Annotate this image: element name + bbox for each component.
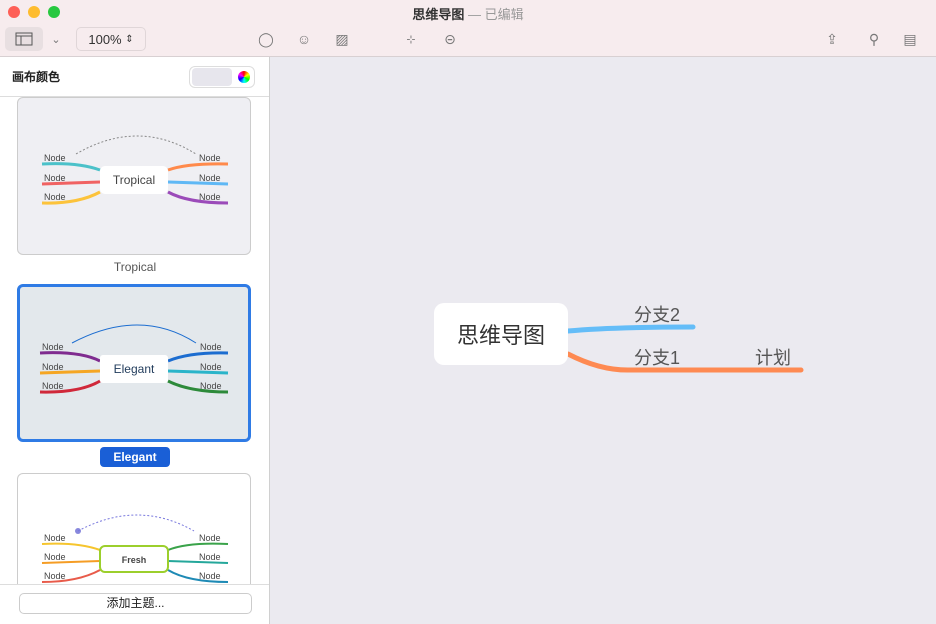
- svg-text:Node: Node: [44, 571, 66, 581]
- svg-text:Node: Node: [199, 192, 221, 202]
- zoom-select[interactable]: 100% ⇕: [76, 27, 146, 51]
- color-wheel-icon: [238, 71, 250, 83]
- sticker-icon[interactable]: ☺: [294, 27, 314, 51]
- window-title: 思维导图 — 已编辑: [412, 7, 524, 22]
- svg-text:Fresh: Fresh: [122, 555, 147, 565]
- svg-text:Tropical: Tropical: [113, 173, 155, 187]
- canvas-color-label: 画布颜色: [12, 70, 61, 84]
- more-icon[interactable]: ⊝: [439, 27, 461, 51]
- theme-tropical[interactable]: Tropical Node Node Node Node Node Node: [17, 97, 251, 255]
- image-icon[interactable]: ▨: [332, 27, 352, 51]
- root-topic[interactable]: 思维导图: [434, 303, 568, 365]
- svg-text:Node: Node: [200, 342, 222, 352]
- theme-label-tropical: Tropical: [113, 260, 157, 274]
- branch-topic-1[interactable]: 分支1: [634, 344, 680, 370]
- svg-text:Node: Node: [42, 342, 64, 352]
- svg-text:Node: Node: [199, 173, 221, 183]
- sidebar-toggle-button[interactable]: [5, 27, 43, 51]
- sidebar-icon: [15, 32, 33, 46]
- svg-text:Node: Node: [200, 381, 222, 391]
- canvas-color-well[interactable]: [189, 66, 255, 88]
- svg-text:Node: Node: [42, 362, 64, 372]
- svg-text:Node: Node: [42, 381, 64, 391]
- subtopic-plan[interactable]: 计划: [755, 344, 791, 370]
- theme-fresh[interactable]: Fresh Node Node Node Node Node Node: [17, 473, 251, 585]
- mindmap-canvas[interactable]: 思维导图 分支2 分支1 计划: [271, 57, 936, 624]
- format-brush-icon[interactable]: ⚲: [864, 27, 884, 51]
- svg-text:Node: Node: [44, 192, 66, 202]
- theme-label-elegant: Elegant: [0, 447, 270, 467]
- theme-sidebar: 画布颜色 Tropical Node Node Node Node Node Node …: [0, 57, 270, 624]
- svg-text:Node: Node: [44, 552, 66, 562]
- svg-text:Node: Node: [44, 533, 66, 543]
- svg-text:Node: Node: [199, 552, 221, 562]
- svg-text:Node: Node: [200, 362, 222, 372]
- svg-text:Elegant: Elegant: [114, 362, 155, 376]
- svg-text:Node: Node: [199, 533, 221, 543]
- add-theme-button[interactable]: 添加主题...: [19, 593, 252, 614]
- branch-line-2: [565, 324, 696, 334]
- svg-text:Node: Node: [44, 173, 66, 183]
- task-icon[interactable]: ◯: [256, 27, 276, 51]
- svg-text:Node: Node: [44, 153, 66, 163]
- branch-topic-2[interactable]: 分支2: [634, 301, 680, 327]
- titlebar: 思维导图 — 已编辑 ⌄ 100% ⇕ ◯ ☺ ▨ ⊹ ⊝ ⇪ ⚲ ▤: [0, 0, 936, 57]
- share-icon[interactable]: ⇪: [822, 27, 842, 51]
- svg-text:Node: Node: [199, 153, 221, 163]
- notes-icon[interactable]: ▤: [900, 27, 920, 51]
- theme-elegant[interactable]: Elegant Node Node Node Node Node Node: [17, 284, 251, 442]
- chevron-down-icon[interactable]: ⌄: [46, 27, 66, 51]
- svg-text:Node: Node: [199, 571, 221, 581]
- add-child-icon[interactable]: ⊹: [401, 27, 421, 51]
